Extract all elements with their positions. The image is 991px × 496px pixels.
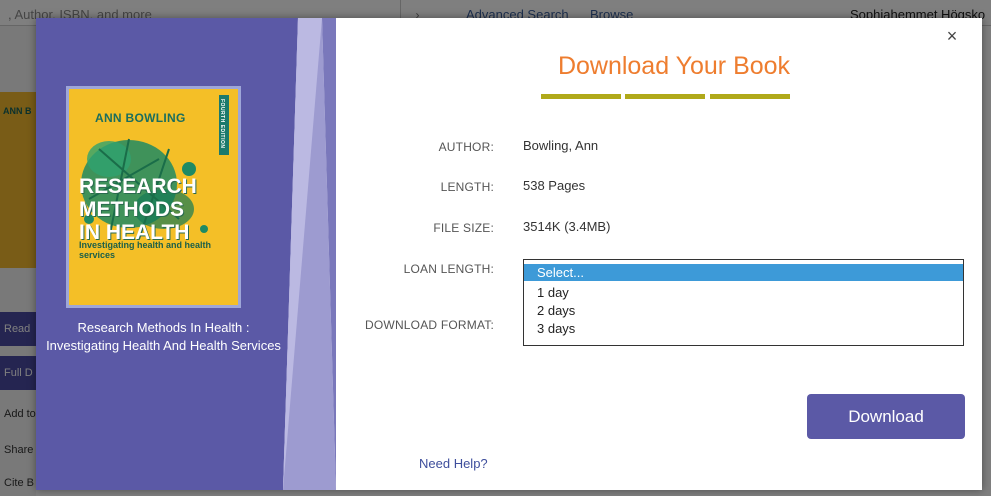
- loan-length-dropdown-list[interactable]: Select... 1 day 2 days 3 days: [523, 259, 964, 346]
- book-title: Research Methods In Health : Investigati…: [46, 320, 281, 353]
- file-size-value: 3514K (3.4MB): [523, 219, 611, 234]
- loan-length-label: LOAN LENGTH:: [403, 262, 494, 276]
- loan-option-2-days[interactable]: 2 days: [524, 302, 963, 319]
- title-underline-bar: [541, 94, 621, 99]
- close-button[interactable]: ×: [942, 26, 962, 46]
- book-info-panel: ANN BOWLING FOURTH EDITION RESEARCH METH…: [36, 18, 336, 490]
- modal-title: Download Your Book: [557, 52, 791, 80]
- download-modal: ANN BOWLING FOURTH EDITION RESEARCH METH…: [36, 18, 982, 490]
- loan-option-select[interactable]: Select...: [524, 264, 963, 281]
- title-underline-bar: [625, 94, 705, 99]
- book-cover: ANN BOWLING FOURTH EDITION RESEARCH METH…: [66, 86, 241, 308]
- length-value: 538 Pages: [523, 178, 586, 193]
- need-help-link[interactable]: Need Help?: [419, 456, 488, 471]
- cover-title-line: METHODS: [79, 198, 184, 221]
- cover-title-line: RESEARCH: [79, 175, 197, 198]
- cover-edition-ribbon: FOURTH EDITION: [219, 95, 229, 155]
- cover-edition-text: FOURTH EDITION: [219, 99, 225, 149]
- loan-option-3-days[interactable]: 3 days: [524, 320, 963, 337]
- screen: , Author, ISBN, and more › Advanced Sear…: [0, 0, 991, 496]
- length-label: LENGTH:: [440, 180, 494, 194]
- title-underline-bar: [710, 94, 790, 99]
- cover-subtitle: Investigating health and health services: [79, 240, 212, 260]
- file-size-label: FILE SIZE:: [433, 221, 494, 235]
- author-label: AUTHOR:: [438, 140, 494, 154]
- download-button[interactable]: Download: [807, 394, 965, 439]
- cover-author: ANN BOWLING: [95, 111, 186, 125]
- download-format-label: DOWNLOAD FORMAT:: [365, 318, 494, 332]
- loan-option-1-day[interactable]: 1 day: [524, 284, 963, 301]
- author-value: Bowling, Ann: [523, 138, 599, 153]
